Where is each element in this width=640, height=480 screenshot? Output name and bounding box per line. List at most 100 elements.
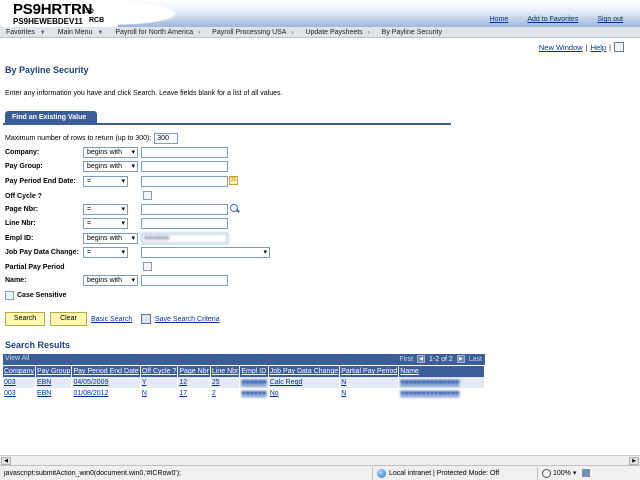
line-nbr-operator-select[interactable]: = — [83, 217, 128, 229]
name-operator-select[interactable]: begins with — [83, 274, 138, 286]
cell-line-nbr[interactable]: 2 — [212, 390, 216, 397]
name-input[interactable] — [141, 274, 228, 286]
job-pay-data-change-select[interactable] — [141, 246, 270, 258]
horizontal-scrollbar[interactable]: ◀ ▶ — [0, 455, 640, 465]
cell-pay-group[interactable]: EBN — [37, 390, 51, 397]
search-button[interactable]: Search — [5, 312, 45, 326]
chevron-right-icon: › — [291, 29, 294, 36]
cell-empl-id[interactable]: ■■■■■■ — [241, 390, 266, 397]
cell-job-pay-data-change[interactable]: No — [270, 390, 279, 397]
save-search-criteria-link[interactable]: Save Search Criteria — [155, 316, 220, 323]
page-count: 1-2 of 2 — [429, 355, 453, 363]
last-link[interactable]: Last — [469, 356, 482, 363]
security-zone: Local intranet | Protected Mode: Off — [372, 466, 537, 480]
field-label: Name: — [5, 276, 27, 284]
cell-page-nbr[interactable]: 12 — [179, 379, 187, 386]
max-rows-input[interactable] — [154, 133, 179, 144]
cell-name[interactable]: ■■■■■■■■■■■■■■ — [400, 390, 459, 397]
first-link[interactable]: First — [399, 356, 413, 363]
column-header-off-cycle[interactable]: Off Cycle ? — [140, 366, 179, 377]
save-search-icon[interactable] — [141, 314, 151, 324]
basic-search-link[interactable]: Basic Search — [91, 316, 132, 323]
column-header-name[interactable]: Name — [398, 366, 485, 377]
field-label: Off Cycle ? — [5, 192, 42, 200]
search-results-table: Company Pay Group Pay Period End Date Of… — [3, 366, 485, 399]
cell-line-nbr[interactable]: 25 — [212, 379, 220, 386]
breadcrumb-payroll-na[interactable]: Payroll for North America › — [109, 29, 206, 36]
instructions-text: Enter any information you have and click… — [5, 90, 283, 97]
link-separator: | — [585, 42, 588, 52]
pay-period-end-date-operator-select[interactable]: = — [83, 175, 128, 187]
page-nbr-operator-select[interactable]: = — [83, 203, 128, 215]
column-header-empl-id[interactable]: Empl ID — [239, 366, 269, 377]
cell-off-cycle[interactable]: N — [142, 390, 147, 397]
cell-partial-pay-period[interactable]: N — [341, 390, 346, 397]
sign-out-link[interactable]: Sign out — [587, 16, 632, 23]
pay-group-input[interactable] — [141, 160, 228, 172]
cell-company[interactable]: 003 — [4, 390, 16, 397]
next-arrow-icon[interactable]: ▶ — [456, 355, 465, 363]
clear-button[interactable]: Clear — [50, 312, 87, 326]
cell-pay-period-end-date[interactable]: 01/08/2012 — [73, 390, 108, 397]
company-input[interactable] — [141, 146, 228, 158]
browser-status-bar: javascript:submitAction_win0(document.wi… — [0, 465, 640, 480]
column-header-pay-group[interactable]: Pay Group — [35, 366, 73, 377]
results-navigation-bar: View All First ◀ 1-2 of 2 ▶ Last — [3, 354, 485, 365]
add-to-favorites-link[interactable]: Add to Favorites — [517, 16, 587, 23]
breadcrumb-payroll-processing[interactable]: Payroll Processing USA › — [206, 29, 299, 36]
home-link[interactable]: Home — [481, 16, 518, 23]
chevron-right-icon: › — [198, 29, 201, 36]
cell-partial-pay-period[interactable]: N — [341, 379, 346, 386]
scroll-left-icon[interactable]: ◀ — [1, 457, 11, 465]
cell-pay-group[interactable]: EBN — [37, 379, 51, 386]
partial-pay-period-checkbox[interactable] — [143, 262, 152, 271]
calendar-icon[interactable]: 31 — [229, 176, 238, 185]
breadcrumb-favorites[interactable]: Favorites ▼ — [0, 29, 52, 36]
database-name: PS9HEWEBDEV11 — [13, 17, 83, 26]
chevron-down-icon: ▼ — [97, 29, 104, 36]
help-link[interactable]: Help — [591, 43, 606, 52]
column-header-company[interactable]: Company — [3, 366, 36, 377]
column-header-partial-pay-period[interactable]: Partial Pay Period — [339, 366, 400, 377]
cell-job-pay-data-change[interactable]: Calc Reqd — [270, 379, 303, 386]
off-cycle-checkbox[interactable] — [143, 191, 152, 200]
app-name: PS9HRTRN — [13, 1, 93, 18]
field-label: Pay Group: — [5, 162, 43, 170]
cell-page-nbr[interactable]: 17 — [179, 390, 187, 397]
pay-period-end-date-input[interactable] — [141, 175, 228, 187]
column-header-page-nbr[interactable]: Page Nbr — [177, 366, 211, 377]
column-header-line-nbr[interactable]: Line Nbr — [210, 366, 241, 377]
pay-group-operator-select[interactable]: begins with — [83, 160, 138, 172]
new-window-link[interactable]: New Window — [539, 43, 583, 52]
page-nbr-input[interactable] — [141, 203, 228, 215]
results-pager: First ◀ 1-2 of 2 ▶ Last — [399, 355, 482, 363]
line-nbr-input[interactable] — [141, 217, 228, 229]
empl-id-input[interactable]: ■■■■■■ — [141, 232, 228, 244]
user-id: RCB — [89, 17, 105, 24]
cell-off-cycle[interactable]: Y — [142, 379, 147, 386]
resize-grip-icon — [582, 469, 591, 477]
cell-pay-period-end-date[interactable]: 04/05/2009 — [73, 379, 108, 386]
tab-find-existing-value[interactable]: Find an Existing Value — [5, 111, 97, 125]
table-row[interactable]: 003 EBN 01/08/2012 N 17 2 ■■■■■■ No N ■■… — [3, 388, 485, 399]
view-all-link[interactable]: View All — [5, 355, 29, 362]
empl-id-operator-select[interactable]: begins with — [83, 232, 138, 244]
company-operator-select[interactable]: begins with — [83, 146, 138, 158]
case-sensitive-checkbox[interactable] — [5, 291, 14, 300]
breadcrumb-update-paysheets[interactable]: Update Paysheets › — [299, 29, 375, 36]
status-text: javascript:submitAction_win0(document.wi… — [4, 469, 181, 477]
cell-empl-id[interactable]: ■■■■■■ — [241, 379, 266, 386]
scroll-right-icon[interactable]: ▶ — [629, 457, 639, 465]
column-header-job-pay-data-change[interactable]: Job Pay Data Change — [268, 366, 341, 377]
lookup-icon[interactable] — [230, 204, 240, 214]
table-row[interactable]: 003 EBN 04/05/2009 Y 12 25 ■■■■■■ Calc R… — [3, 377, 485, 388]
job-pay-data-change-operator-select[interactable]: = — [83, 246, 128, 258]
breadcrumb-main-menu[interactable]: Main Menu ▼ — [52, 29, 110, 36]
previous-arrow-icon[interactable]: ◀ — [417, 355, 426, 363]
zoom-control[interactable]: 100% ▾ — [537, 466, 591, 480]
cell-name[interactable]: ■■■■■■■■■■■■■■ — [400, 379, 459, 386]
column-header-pay-period-end-date[interactable]: Pay Period End Date — [71, 366, 141, 377]
customize-page-icon[interactable] — [614, 42, 624, 52]
cell-company[interactable]: 003 — [4, 379, 16, 386]
page-links: New Window | Help | — [539, 42, 624, 52]
